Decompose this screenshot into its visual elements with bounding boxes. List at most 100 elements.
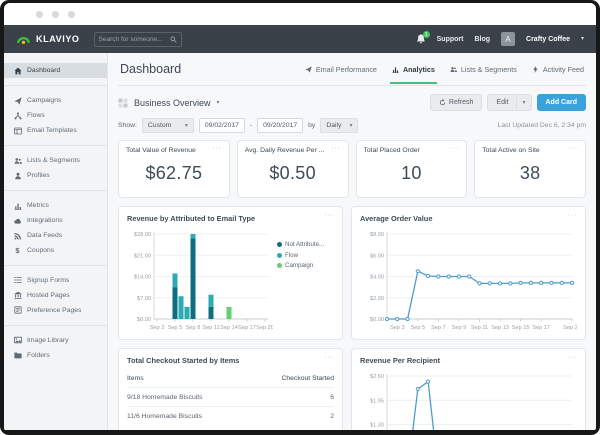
svg-text:$1.95: $1.95 [370, 398, 384, 404]
sidebar-item-label: Profiles [27, 172, 50, 179]
topnav-right: 1 Support Blog A Crafty Coffee ▾ [416, 32, 584, 46]
sidebar-item-preference-pages[interactable]: Preference Pages [4, 303, 107, 318]
last-updated: Last Updated Dec 6, 2:34 pm [498, 122, 586, 129]
checkout-count-cell: 2 [330, 413, 334, 420]
sidebar-item-image-library[interactable]: Image Library [4, 333, 107, 348]
sidebar-item-lists-segments[interactable]: Lists & Segments [4, 153, 107, 168]
main-content: Dashboard Email Performance Analytics List… [108, 53, 596, 430]
card-menu-button[interactable]: ··· [568, 214, 577, 218]
account-menu[interactable]: Crafty Coffee [526, 36, 570, 43]
svg-text:Sep 2: Sep 2 [150, 325, 165, 331]
legend-label: Not Attribute... [285, 241, 324, 248]
card-title: Total Checkout Started by Items [127, 356, 239, 365]
blog-link[interactable]: Blog [474, 36, 490, 43]
svg-text:$14.00: $14.00 [134, 275, 151, 281]
card-menu-button[interactable]: ··· [325, 356, 334, 360]
svg-text:$0.00: $0.00 [370, 317, 384, 323]
sidebar-item-label: Hosted Pages [27, 292, 70, 299]
search-input[interactable] [99, 36, 167, 43]
checkout-items-table: Items Checkout Started 9/18 Homemade Bis… [127, 372, 334, 425]
chevron-down-icon: ▾ [522, 100, 525, 106]
sidebar-item-data-feeds[interactable]: Data Feeds [4, 228, 107, 243]
card-menu-button[interactable]: ··· [212, 147, 221, 151]
svg-text:Sep 20: Sep 20 [256, 325, 273, 331]
card-menu-button[interactable]: ··· [331, 147, 340, 151]
sidebar-item-integrations[interactable]: Integrations [4, 213, 107, 228]
checkout-count-cell: 6 [330, 394, 334, 401]
users-icon [450, 66, 457, 73]
legend-dot [277, 242, 282, 247]
cloud-icon [13, 217, 22, 225]
rss-icon [13, 232, 22, 240]
edit-dropdown-button[interactable]: ▾ [516, 94, 531, 111]
global-search[interactable] [94, 32, 182, 47]
sidebar-item-campaigns[interactable]: Campaigns [4, 93, 107, 108]
tab-label: Email Performance [316, 65, 377, 74]
svg-text:Sep 11: Sep 11 [471, 325, 488, 331]
item-name-cell: 9/18 Homemade Biscuits [127, 394, 203, 401]
board-selector[interactable]: Business Overview ▾ [118, 98, 220, 108]
avatar: A [501, 32, 515, 46]
sidebar-item-email-templates[interactable]: Email Templates [4, 123, 107, 138]
stat-value: $0.50 [245, 163, 341, 184]
card-title: Revenue by Attributed to Email Type [127, 214, 255, 223]
page-header: Dashboard Email Performance Analytics List… [118, 58, 586, 86]
tab-activity-feed[interactable]: Activity Feed [532, 65, 584, 74]
stat-card-title: Total Active on Site [482, 147, 539, 154]
stat-cards-row: Total Value of Revenue···$62.75 Avg. Dail… [118, 140, 586, 198]
notifications-bell-icon[interactable]: 1 [416, 34, 426, 44]
refresh-button[interactable]: Refresh [430, 94, 483, 111]
sidebar-item-dashboard[interactable]: Dashboard [4, 63, 107, 78]
dollar-icon: $ [13, 247, 22, 255]
svg-text:$2.00: $2.00 [370, 296, 384, 302]
tab-analytics[interactable]: Analytics [392, 65, 435, 74]
folder-icon [13, 351, 22, 359]
date-separator: - [250, 122, 252, 129]
user-icon [13, 172, 22, 180]
stat-card-total-value-of-revenue: Total Value of Revenue···$62.75 [118, 140, 230, 198]
revenue-per-recipient-chart: $1.30$1.95$2.60 [360, 370, 577, 430]
card-title: Revenue Per Recipient [360, 356, 440, 365]
item-name-cell: 11/6 Homemade Biscuits [127, 413, 202, 420]
interval-select[interactable]: Daily ▾ [320, 118, 358, 133]
klaviyo-logo[interactable]: KLAVIYO [16, 32, 80, 47]
tab-email-performance[interactable]: Email Performance [305, 65, 377, 74]
legend-dot [277, 253, 282, 258]
sidebar-item-folders[interactable]: Folders [4, 348, 107, 363]
card-menu-button[interactable]: ··· [569, 147, 578, 151]
sidebar-item-label: Metrics [27, 202, 49, 209]
average-order-value-chart: $0.00$2.00$4.00$6.00$8.00Sep 3Sep 5Sep 7… [360, 228, 577, 332]
card-menu-button[interactable]: ··· [568, 356, 577, 360]
stat-card-title: Total Placed Order [364, 147, 420, 154]
svg-text:Sep 7: Sep 7 [431, 325, 446, 331]
dashboard-tabs: Email Performance Analytics Lists & Segmen… [305, 65, 584, 74]
svg-text:$7.00: $7.00 [137, 296, 151, 302]
notification-badge: 1 [423, 31, 430, 38]
window-control-dot [68, 11, 75, 18]
card-menu-button[interactable]: ··· [325, 214, 334, 218]
tab-lists-segments[interactable]: Lists & Segments [450, 65, 517, 74]
sidebar-item-metrics[interactable]: Metrics [4, 198, 107, 213]
support-link[interactable]: Support [437, 36, 464, 43]
card-title: Average Order Value [360, 214, 432, 223]
page-title: Dashboard [120, 62, 181, 76]
card-menu-button[interactable]: ··· [450, 147, 459, 151]
date-range-type-select[interactable]: Custom ▾ [142, 118, 194, 133]
end-date-input[interactable]: 09/20/2017 [257, 118, 303, 133]
sidebar-item-hosted-pages[interactable]: Hosted Pages [4, 288, 107, 303]
tab-label: Lists & Segments [461, 65, 517, 74]
svg-text:Sep 5: Sep 5 [411, 325, 426, 331]
stat-card-title: Avg. Daily Revenue Per ... [245, 147, 325, 154]
start-date-input[interactable]: 09/02/2017 [199, 118, 245, 133]
sidebar-item-flows[interactable]: Flows [4, 108, 107, 123]
range-type-value: Custom [148, 122, 171, 129]
sidebar-item-profiles[interactable]: Profiles [4, 168, 107, 183]
sidebar-divider [4, 145, 107, 146]
sidebar-item-label: Image Library [27, 337, 69, 344]
add-card-button[interactable]: Add Card [537, 94, 587, 111]
svg-text:$28.00: $28.00 [134, 232, 151, 238]
sidebar-item-coupons[interactable]: $Coupons [4, 243, 107, 258]
edit-button[interactable]: Edit [487, 94, 516, 111]
sidebar-item-signup-forms[interactable]: Signup Forms [4, 273, 107, 288]
app-body: Dashboard CampaignsFlowsEmail Templates Li… [4, 53, 596, 430]
